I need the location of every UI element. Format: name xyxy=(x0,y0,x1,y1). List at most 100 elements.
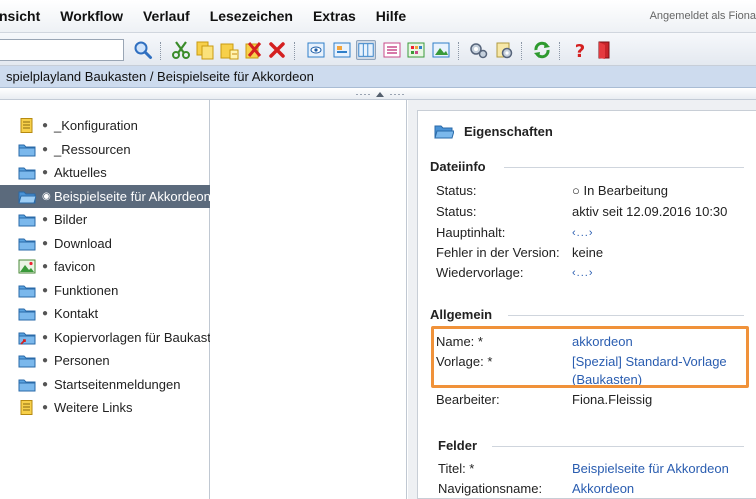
hauptinhalt-value[interactable]: ‹...› xyxy=(572,227,594,239)
folder-icon xyxy=(18,353,36,368)
wiedervorlage-label: Wiedervorlage: xyxy=(436,265,524,280)
tree-item-label: Personen xyxy=(54,353,110,369)
rename-icon[interactable] xyxy=(243,40,263,60)
delete-icon[interactable] xyxy=(267,40,287,60)
panel-splitter[interactable] xyxy=(0,88,756,100)
layout-icon[interactable] xyxy=(332,40,352,60)
tree-item[interactable]: ● Kontakt xyxy=(0,302,210,326)
tree-item-label: Beispielseite für Akkordeon xyxy=(54,188,210,204)
status1-label: Status: xyxy=(436,183,477,198)
tree-bullet-icon: ● xyxy=(42,167,49,179)
tree-item[interactable]: ● Weitere Links xyxy=(0,396,210,420)
fehler-value: keine xyxy=(572,245,604,260)
tree-bullet-icon: ● xyxy=(42,120,49,132)
tree-item[interactable]: ● Personen xyxy=(0,349,210,373)
tree-bullet-icon: ● xyxy=(42,237,49,249)
preview-icon[interactable] xyxy=(306,40,326,60)
tree-item[interactable]: ● Startseitenmeldungen xyxy=(0,373,210,397)
fehler-label: Fehler in der Version: xyxy=(436,245,560,260)
tree-bullet-icon: ● xyxy=(42,143,49,155)
content-list-panel xyxy=(211,100,407,499)
tree-item[interactable]: ● _Ressourcen xyxy=(0,138,210,162)
tree-item-label: favicon xyxy=(54,259,96,275)
status2-label: Status: xyxy=(436,204,477,219)
tree-bullet-icon: ● xyxy=(42,378,49,390)
tree-bullet-icon: ● xyxy=(42,402,49,414)
paste-icon[interactable] xyxy=(219,40,239,60)
workflow-icon[interactable] xyxy=(469,40,489,60)
tree-item[interactable]: ◉ Beispielseite für Akkordeon xyxy=(0,184,210,208)
cut-icon[interactable] xyxy=(171,40,191,60)
grid-icon[interactable] xyxy=(406,40,426,60)
toolbar: ? xyxy=(0,32,756,66)
tree-bullet-icon: ● xyxy=(42,331,49,343)
folder-open-icon xyxy=(18,189,36,204)
breadcrumb: spielplayland Baukasten / Beispielseite … xyxy=(0,66,756,88)
tree-item[interactable]: ● Kopiervorlagen für Baukasten xyxy=(0,326,210,350)
section-divider xyxy=(508,315,744,316)
search-input[interactable] xyxy=(0,39,124,61)
tree-item[interactable]: ● _Konfiguration xyxy=(0,114,210,138)
splitter-grip-icon[interactable] xyxy=(350,90,410,98)
folder-icon xyxy=(18,142,36,157)
tree-item-label: Kontakt xyxy=(54,306,99,322)
tree-item-label: Funktionen xyxy=(54,282,119,298)
section-dateiinfo-title: Dateiinfo xyxy=(430,159,486,174)
tree-bullet-icon: ● xyxy=(42,214,49,226)
navname-label: Navigationsname: xyxy=(438,481,543,496)
folder-link-icon xyxy=(18,330,36,345)
folder-open-icon xyxy=(434,125,454,139)
folder-icon xyxy=(18,236,36,251)
search-icon[interactable] xyxy=(133,40,153,60)
menu-workflow[interactable]: Workflow xyxy=(60,8,123,24)
document-icon xyxy=(18,118,36,134)
document-icon xyxy=(18,400,36,416)
folder-icon xyxy=(18,283,36,298)
menu-lesezeichen[interactable]: Lesezeichen xyxy=(210,8,293,24)
refresh-icon[interactable] xyxy=(532,40,552,60)
wiedervorlage-value[interactable]: ‹...› xyxy=(572,267,594,279)
menu-verlauf[interactable]: Verlauf xyxy=(143,8,190,24)
tree-item[interactable]: ● Aktuelles xyxy=(0,161,210,185)
menu-bar: nsicht Workflow Verlauf Lesezeichen Extr… xyxy=(0,0,756,32)
section-felder-title: Felder xyxy=(438,438,478,453)
properties-title: Eigenschaften xyxy=(464,123,553,139)
folder-icon xyxy=(18,377,36,392)
folder-tree: ● _Konfiguration ● _Ressourcen ● Aktuelles ◉ Be… xyxy=(0,114,210,420)
tree-item-label: _Ressourcen xyxy=(54,141,131,157)
folder-icon xyxy=(18,212,36,227)
folder-icon xyxy=(18,306,36,321)
titel-value[interactable]: Beispielseite für Akkordeon xyxy=(572,461,729,476)
login-status: Angemeldet als Fiona xyxy=(649,10,756,22)
settings-icon[interactable] xyxy=(494,40,514,60)
status1-value: ○ In Bearbeitung xyxy=(572,183,669,198)
tree-item[interactable]: ● Bilder xyxy=(0,208,210,232)
bearbeiter-label: Bearbeiter: xyxy=(436,392,500,407)
tree-bullet-icon: ● xyxy=(42,308,49,320)
help-icon[interactable]: ? xyxy=(570,40,590,60)
menu-extras[interactable]: Extras xyxy=(313,8,356,24)
tree-item[interactable]: ● favicon xyxy=(0,255,210,279)
tree-item-label: Bilder xyxy=(54,212,88,228)
bearbeiter-value: Fiona.Fleissig xyxy=(572,392,653,407)
tree-bullet-icon: ● xyxy=(42,355,49,367)
properties-panel: Eigenschaften Dateiinfo Status: ○ In Bea… xyxy=(417,110,756,499)
tree-item[interactable]: ● Download xyxy=(0,232,210,256)
section-divider xyxy=(504,167,744,168)
menu-ansicht[interactable]: nsicht xyxy=(0,8,40,24)
section-allgemein-title: Allgemein xyxy=(430,307,493,322)
tree-item-label: Weitere Links xyxy=(54,400,133,416)
image-icon xyxy=(18,259,36,274)
exit-icon[interactable] xyxy=(594,40,614,60)
menu-hilfe[interactable]: Hilfe xyxy=(376,8,406,24)
tree-item-label: _Konfiguration xyxy=(54,118,138,134)
hauptinhalt-label: Hauptinhalt: xyxy=(436,225,506,240)
copy-icon[interactable] xyxy=(195,40,215,60)
folder-icon xyxy=(18,165,36,180)
navname-value[interactable]: Akkordeon xyxy=(572,481,634,496)
columns-icon[interactable] xyxy=(356,40,376,60)
list-icon[interactable] xyxy=(382,40,402,60)
section-divider xyxy=(492,446,744,447)
tree-item[interactable]: ● Funktionen xyxy=(0,279,210,303)
image-icon[interactable] xyxy=(431,40,451,60)
